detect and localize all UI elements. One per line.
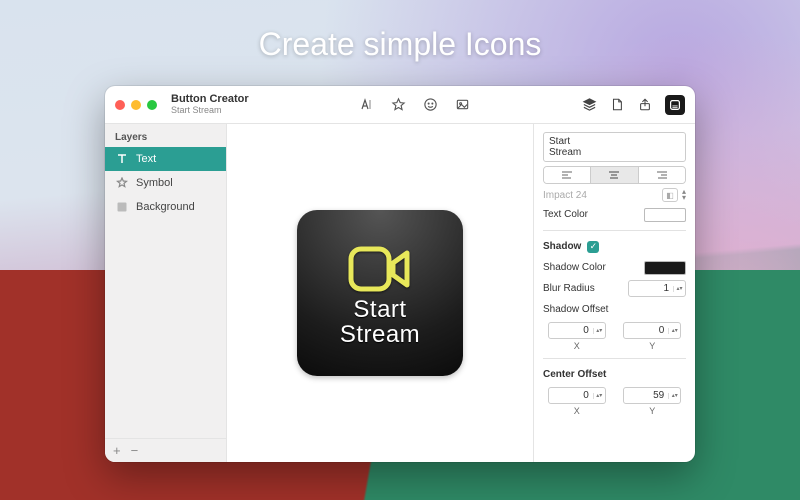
symbol-layer-icon [115, 176, 129, 190]
window-title-group: Button Creator Start Stream [171, 94, 249, 115]
align-center-button[interactable] [591, 167, 638, 183]
share-icon[interactable] [637, 97, 653, 113]
shadow-offset-y-field[interactable]: 0▴▾ [623, 322, 681, 339]
font-tool-icon[interactable] [359, 97, 375, 113]
blur-radius-field[interactable]: 1 ▴▾ [628, 280, 686, 297]
shadow-title: Shadow [543, 241, 581, 252]
center-offset-title: Center Offset [543, 369, 606, 380]
icon-preview: Start Stream [297, 210, 463, 376]
icon-preview-text: Start Stream [340, 297, 420, 347]
align-right-button[interactable] [639, 167, 685, 183]
font-stepper[interactable]: ▴▾ [682, 189, 686, 200]
shadow-offset-x-field[interactable]: 0▴▾ [548, 322, 606, 339]
layer-item-label: Symbol [136, 177, 173, 189]
image-tool-icon[interactable] [455, 97, 471, 113]
window-controls [115, 100, 157, 110]
window-subtitle: Start Stream [171, 106, 249, 115]
blur-radius-label: Blur Radius [543, 283, 595, 294]
layers-toolbar-icon[interactable] [581, 97, 597, 113]
y-axis-label: Y [649, 406, 655, 416]
x-axis-label: X [574, 341, 580, 351]
video-camera-icon [347, 243, 413, 295]
layer-item-text[interactable]: Text [105, 147, 226, 171]
inspector-panel: Start Stream Impact 24 ◧ ▴▾ Text Color S… [533, 124, 695, 462]
preview-toolbar-icon[interactable] [665, 95, 685, 115]
layer-item-label: Background [136, 201, 195, 213]
close-window-button[interactable] [115, 100, 125, 110]
window-title: Button Creator [171, 94, 249, 106]
shadow-offset-label: Shadow Offset [543, 304, 608, 315]
text-content-field[interactable]: Start Stream [543, 132, 686, 162]
new-document-icon[interactable] [609, 97, 625, 113]
layer-item-label: Text [136, 153, 156, 165]
zoom-window-button[interactable] [147, 100, 157, 110]
shadow-checkbox[interactable]: ✓ [587, 241, 599, 253]
star-tool-icon[interactable] [391, 97, 407, 113]
titlebar: Button Creator Start Stream [105, 86, 695, 124]
toolbar-center [255, 97, 575, 113]
x-axis-label: X [574, 406, 580, 416]
app-window: Button Creator Start Stream [105, 86, 695, 462]
emoji-tool-icon[interactable] [423, 97, 439, 113]
shadow-color-swatch[interactable] [644, 261, 686, 275]
blur-radius-stepper[interactable]: ▴▾ [673, 286, 685, 292]
text-color-label: Text Color [543, 209, 588, 220]
font-row: Impact 24 ◧ ▴▾ [543, 188, 686, 202]
center-offset-y-field[interactable]: 59▴▾ [623, 387, 681, 404]
marketing-headline: Create simple Icons [0, 26, 800, 63]
separator [543, 358, 686, 359]
font-field[interactable]: Impact 24 [543, 190, 658, 201]
separator [543, 230, 686, 231]
center-offset-x-field[interactable]: 0▴▾ [548, 387, 606, 404]
text-color-swatch[interactable] [644, 208, 686, 222]
text-layer-icon [115, 152, 129, 166]
layers-sidebar: Layers Text Symbol Background + [105, 124, 227, 462]
canvas-area[interactable]: Start Stream [227, 124, 533, 462]
shadow-color-label: Shadow Color [543, 262, 606, 273]
align-left-button[interactable] [544, 167, 591, 183]
font-picker-button[interactable]: ◧ [662, 188, 678, 202]
layer-item-background[interactable]: Background [105, 195, 226, 219]
sidebar-footer: + − [105, 438, 226, 462]
remove-layer-button[interactable]: − [131, 443, 139, 458]
background-layer-icon [115, 200, 129, 214]
text-align-segmented[interactable] [543, 166, 686, 184]
layers-sidebar-title: Layers [105, 124, 226, 147]
layer-item-symbol[interactable]: Symbol [105, 171, 226, 195]
toolbar-right [581, 95, 685, 115]
minimize-window-button[interactable] [131, 100, 141, 110]
y-axis-label: Y [649, 341, 655, 351]
add-layer-button[interactable]: + [113, 443, 121, 458]
